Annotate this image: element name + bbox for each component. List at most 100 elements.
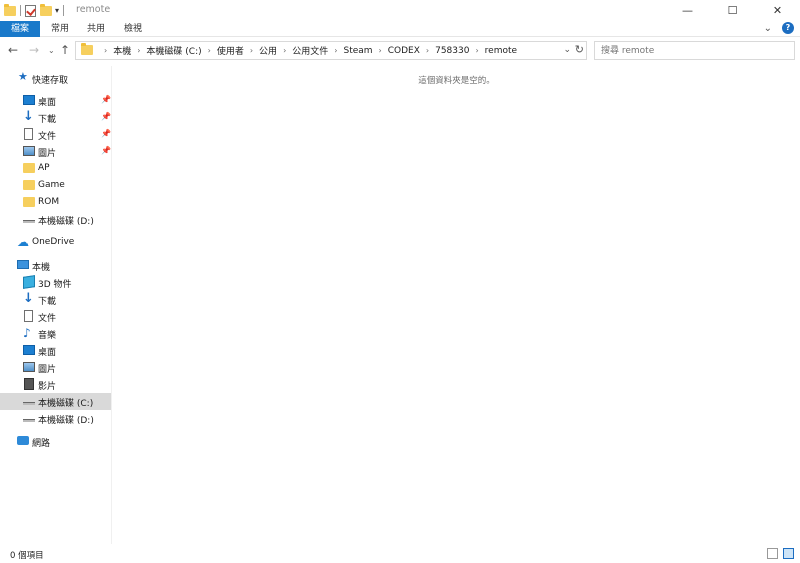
address-bar[interactable]: › 本機 › 本機磁碟 (C:) › 使用者 › 公用 › 公用文件 › Ste… [75,41,587,60]
breadcrumb: › 本機 › 本機磁碟 (C:) › 使用者 › 公用 › 公用文件 › Ste… [98,42,517,59]
sidebar-item-music[interactable]: ♪ 音樂 [0,325,111,342]
sidebar-item-label: 快速存取 [32,76,69,86]
breadcrumb-separator[interactable]: › [475,46,478,55]
breadcrumb-item[interactable]: CODEX [388,46,420,56]
tab-share[interactable]: 共用 [83,21,109,37]
pin-icon: 📌 [101,95,111,104]
folder-icon [23,163,35,173]
sidebar-item-label: 圖片 [38,149,57,159]
up-arrow-icon[interactable]: ↑ [60,43,70,57]
pin-icon: 📌 [101,112,111,121]
pictures-icon [23,362,35,372]
sidebar-item-label: 本機磁碟 (D:) [38,416,94,426]
drive-icon [23,414,35,422]
breadcrumb-item[interactable]: 使用者 [217,44,244,57]
sidebar-item-label: 下載 [38,297,57,307]
breadcrumb-item[interactable]: Steam [343,46,372,56]
title-bar: ▾ remote — ☐ ✕ [0,0,800,21]
sidebar-item-desktop[interactable]: 桌面 📌 [0,92,111,109]
sidebar-item-downloads-pc[interactable]: ↓ 下載 [0,291,111,308]
sidebar-item-onedrive[interactable]: ☁ OneDrive [0,234,111,251]
network-icon [17,436,29,445]
tab-file[interactable]: 檔案 [0,21,40,37]
sidebar-item-documents[interactable]: 文件 📌 [0,126,111,143]
sidebar-item-documents-pc[interactable]: 文件 [0,308,111,325]
sidebar-item-desktop-pc[interactable]: 桌面 [0,342,111,359]
star-icon: ★ [18,70,28,83]
folder-icon [23,180,35,190]
ribbon: 檔案 常用 共用 檢視 ⌄ ? [0,21,800,37]
sidebar-item-downloads[interactable]: ↓ 下載 📌 [0,109,111,126]
3d-objects-icon [23,275,35,289]
sidebar-item-pictures[interactable]: 圖片 📌 [0,143,111,160]
sidebar-item-drive-d-quick[interactable]: 本機磁碟 (D:) [0,211,111,228]
close-button[interactable]: ✕ [755,0,800,21]
breadcrumb-separator[interactable]: › [426,46,429,55]
sidebar-item-pictures-pc[interactable]: 圖片 [0,359,111,376]
sidebar-item-label: ROM [38,197,60,207]
breadcrumb-separator[interactable]: › [137,46,140,55]
desktop-icon [23,95,35,105]
breadcrumb-item[interactable]: 公用 [259,44,277,57]
breadcrumb-separator[interactable]: › [379,46,382,55]
large-icons-view-icon[interactable] [783,548,794,559]
folder-icon [4,3,16,16]
sidebar-item-label: OneDrive [32,237,75,247]
tab-view[interactable]: 檢視 [120,21,146,37]
sidebar-item-rom[interactable]: ROM [0,194,111,211]
breadcrumb-item[interactable]: 公用文件 [292,44,328,57]
sidebar-item-label: 本機 [32,263,51,273]
sidebar-item-label: Game [38,180,65,190]
sidebar-item-drive-d[interactable]: 本機磁碟 (D:) [0,410,111,427]
sidebar-item-label: 本機磁碟 (C:) [38,399,94,409]
refresh-icon[interactable]: ↻ [575,43,584,56]
sidebar-item-ap[interactable]: AP [0,160,111,177]
details-view-icon[interactable] [767,548,778,559]
sidebar-item-label: 3D 物件 [38,280,72,290]
minimize-button[interactable]: — [665,0,710,21]
breadcrumb-item[interactable]: 本機磁碟 (C:) [146,44,201,57]
sidebar-item-videos[interactable]: 影片 [0,376,111,393]
maximize-button[interactable]: ☐ [710,0,755,21]
customize-toolbar-icon[interactable]: ▾ [55,6,59,15]
drive-icon [23,215,35,223]
breadcrumb-separator[interactable]: › [334,46,337,55]
breadcrumb-separator[interactable]: › [208,46,211,55]
file-list-pane[interactable]: 這個資料夾是空的。 [113,66,800,544]
forward-arrow-icon[interactable]: → [29,43,39,57]
breadcrumb-separator[interactable]: › [283,46,286,55]
properties-icon[interactable] [25,4,36,17]
download-icon: ↓ [23,109,34,124]
computer-icon [17,260,29,269]
search-box[interactable] [594,41,795,60]
status-bar: 0 個項目 [0,545,800,563]
sidebar-item-quick-access[interactable]: ★ 快速存取 [0,70,111,87]
breadcrumb-separator[interactable]: › [104,46,107,55]
sidebar-item-this-pc[interactable]: 本機 [0,257,111,274]
tab-home[interactable]: 常用 [47,21,73,37]
sidebar-item-game[interactable]: Game [0,177,111,194]
recent-locations-icon[interactable]: ⌄ [48,46,55,55]
breadcrumb-item-current[interactable]: remote [485,46,517,56]
breadcrumb-item[interactable]: 本機 [113,44,131,57]
address-dropdown-icon[interactable]: ⌄ [563,45,571,55]
help-icon[interactable]: ? [782,22,794,34]
document-icon [24,310,33,322]
expand-ribbon-icon[interactable]: ⌄ [764,23,772,34]
new-folder-icon[interactable] [40,3,52,16]
sidebar-item-label: 文件 [38,314,57,324]
sidebar-item-drive-c[interactable]: 本機磁碟 (C:) [0,393,111,410]
breadcrumb-separator[interactable]: › [250,46,253,55]
sidebar-item-network[interactable]: 網路 [0,433,111,450]
window-title: remote [76,4,111,15]
sidebar-item-label: 桌面 [38,348,57,358]
desktop-icon [23,345,35,355]
sidebar-item-3d-objects[interactable]: 3D 物件 [0,274,111,291]
breadcrumb-item[interactable]: 758330 [435,46,469,56]
sidebar-item-label: 文件 [38,132,57,142]
sidebar-item-label: 圖片 [38,365,57,375]
search-input[interactable] [601,44,791,58]
back-arrow-icon[interactable]: ← [8,43,18,57]
pictures-icon [23,146,35,156]
document-icon [24,128,33,140]
